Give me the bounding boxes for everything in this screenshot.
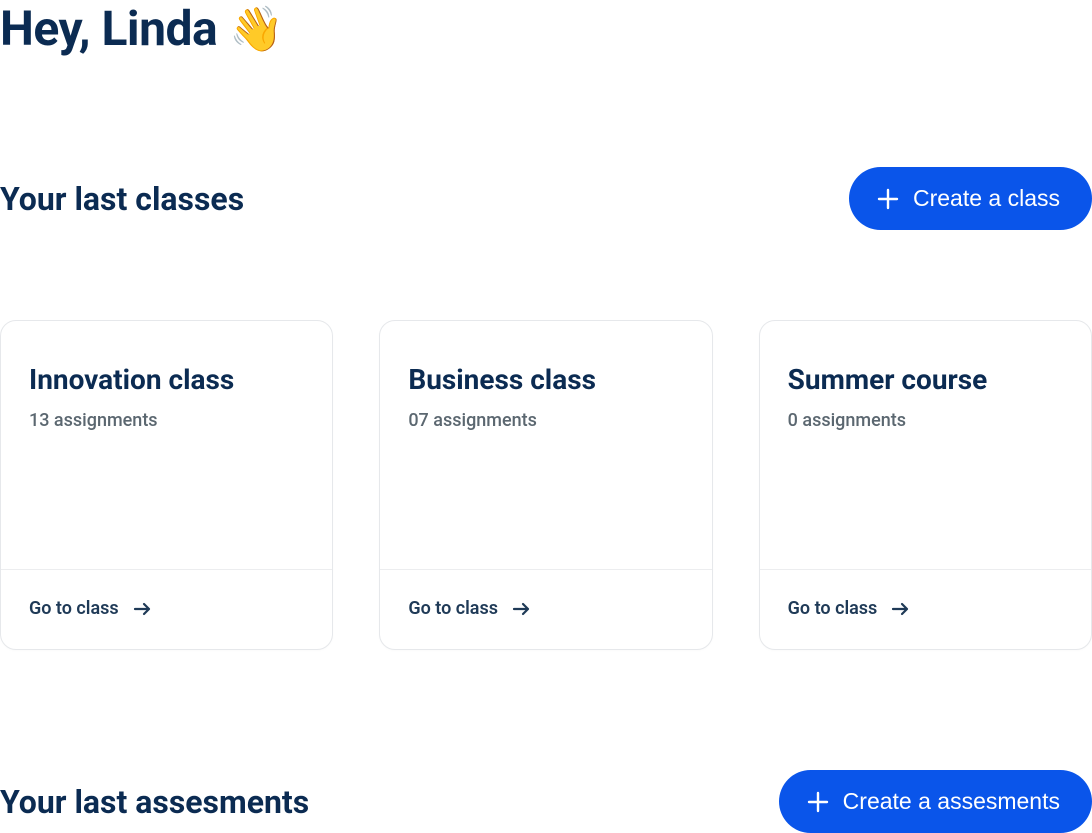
class-card-subtitle: 07 assignments: [408, 410, 683, 431]
create-class-label: Create a class: [913, 185, 1060, 212]
go-to-class-label: Go to class: [29, 598, 119, 619]
create-assessment-label: Create a assesments: [843, 788, 1060, 815]
class-card: Innovation class 13 assignments Go to cl…: [0, 320, 333, 650]
plus-icon: [877, 188, 899, 210]
create-assessment-button[interactable]: Create a assesments: [779, 770, 1092, 833]
arrow-right-icon: [133, 601, 153, 617]
classes-section-header: Your last classes Create a class: [0, 167, 1092, 230]
wave-emoji-icon: 👋: [229, 7, 284, 51]
go-to-class-label: Go to class: [788, 598, 878, 619]
assessments-section-header: Your last assesments Create a assesments: [0, 770, 1092, 833]
classes-section-title: Your last classes: [0, 180, 244, 218]
greeting-text: Hey, Linda: [0, 0, 217, 57]
create-class-button[interactable]: Create a class: [849, 167, 1092, 230]
class-card-title: Business class: [408, 363, 683, 396]
greeting: Hey, Linda 👋: [0, 0, 1092, 57]
class-card: Summer course 0 assignments Go to class: [759, 320, 1092, 650]
classes-cards-row: Innovation class 13 assignments Go to cl…: [0, 320, 1092, 650]
go-to-class-label: Go to class: [408, 598, 498, 619]
class-card-subtitle: 0 assignments: [788, 410, 1063, 431]
arrow-right-icon: [512, 601, 532, 617]
go-to-class-link[interactable]: Go to class: [760, 569, 1091, 649]
class-card-body: Innovation class 13 assignments: [1, 321, 332, 569]
class-card-body: Summer course 0 assignments: [760, 321, 1091, 569]
go-to-class-link[interactable]: Go to class: [380, 569, 711, 649]
class-card-title: Summer course: [788, 363, 1063, 396]
assessments-section-title: Your last assesments: [0, 783, 309, 821]
class-card-body: Business class 07 assignments: [380, 321, 711, 569]
class-card-subtitle: 13 assignments: [29, 410, 304, 431]
arrow-right-icon: [891, 601, 911, 617]
plus-icon: [807, 791, 829, 813]
class-card-title: Innovation class: [29, 363, 304, 396]
go-to-class-link[interactable]: Go to class: [1, 569, 332, 649]
class-card: Business class 07 assignments Go to clas…: [379, 320, 712, 650]
